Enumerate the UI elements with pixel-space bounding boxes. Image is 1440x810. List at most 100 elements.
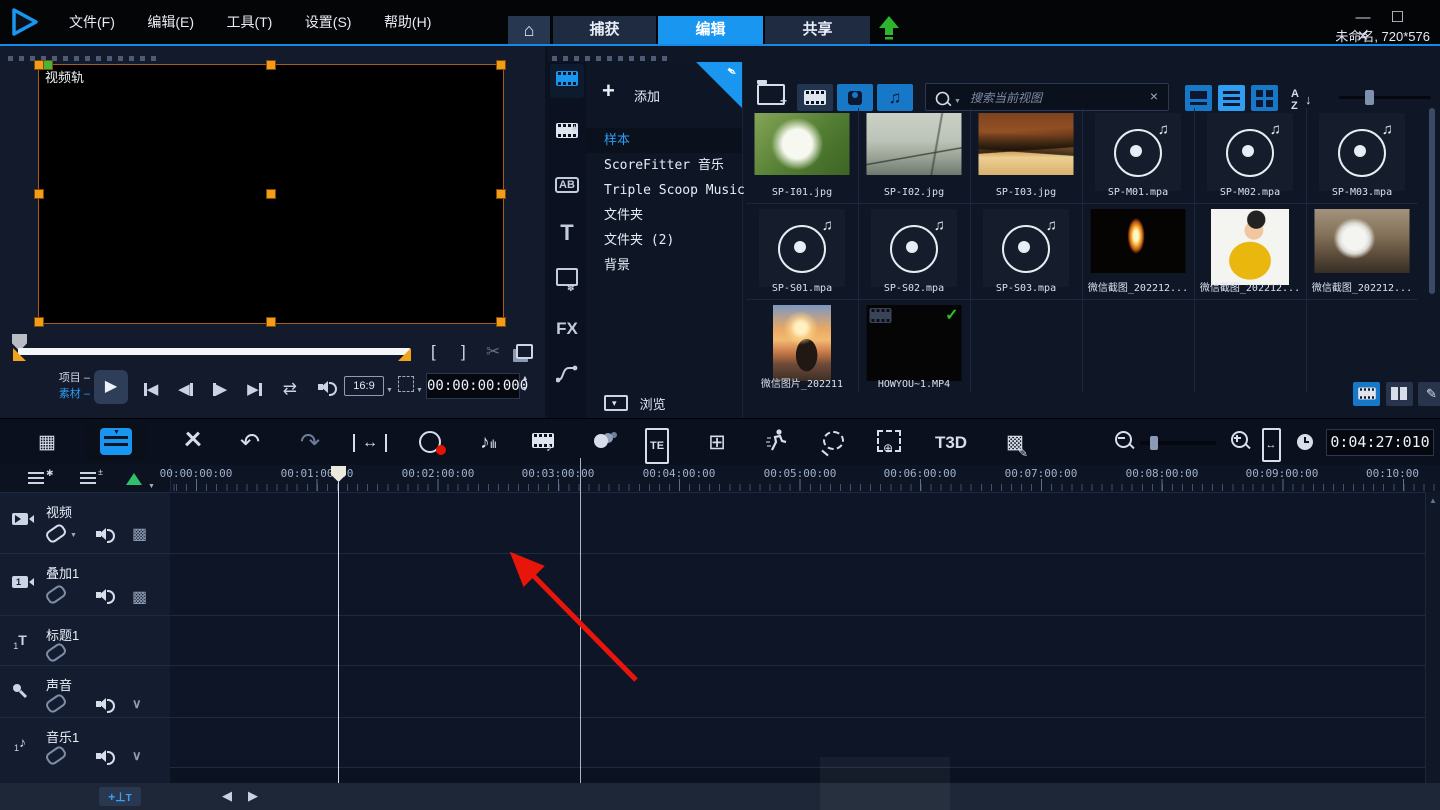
media-item[interactable]: 微信截图_202212...: [1306, 204, 1418, 296]
trim-bar[interactable]: [18, 348, 410, 355]
mute-toggle[interactable]: [96, 527, 112, 544]
timecode-up-icon[interactable]: [522, 375, 529, 382]
sidebar-instant-project-icon[interactable]: ✶: [552, 118, 582, 148]
duration-clock-icon[interactable]: [1288, 428, 1322, 458]
auto-music-button[interactable]: [529, 428, 563, 458]
repeat-button[interactable]: [274, 379, 306, 399]
subtitle-editor-button[interactable]: TE: [640, 428, 674, 458]
panel-drag-handle[interactable]: [552, 56, 672, 61]
timeline-zoom-handle[interactable]: [1150, 436, 1158, 450]
sel-handle-ml[interactable]: [34, 189, 44, 199]
track-header-voice[interactable]: 声音: [0, 665, 170, 717]
mask-lasso-button[interactable]: [816, 428, 850, 458]
mode-project-label[interactable]: 项目 –: [50, 371, 90, 386]
sel-handle-tr[interactable]: [496, 60, 506, 70]
media-item[interactable]: SP-M01.mpa: [1082, 108, 1194, 200]
sel-handle-br[interactable]: [496, 317, 506, 327]
fit-timeline-window-button[interactable]: ↔: [1254, 428, 1288, 458]
upload-icon[interactable]: [878, 16, 900, 42]
tracks-scroll-up-icon[interactable]: [1429, 496, 1437, 505]
add-label[interactable]: 添加: [634, 86, 660, 105]
media-item[interactable]: 微信截图_202212...: [1082, 204, 1194, 296]
media-item[interactable]: SP-I03.jpg: [970, 108, 1082, 200]
track-header-music[interactable]: 1 音乐1: [0, 717, 170, 783]
trim-start-handle[interactable]: [13, 348, 26, 361]
category-folder-2[interactable]: 文件夹 (2): [586, 228, 742, 253]
category-folder[interactable]: 文件夹: [586, 203, 742, 228]
media-item[interactable]: HOWYOU~1.MP4: [858, 300, 970, 392]
menu-help[interactable]: 帮助(H): [370, 0, 445, 44]
track-row-voice[interactable]: [170, 665, 1425, 717]
track-header-title[interactable]: 1T 标题1: [0, 615, 170, 665]
sound-mixer-button[interactable]: ılı: [471, 428, 505, 458]
scroll-right-button[interactable]: [248, 788, 258, 804]
add-icon[interactable]: +: [602, 78, 615, 104]
link-toggle[interactable]: [46, 646, 66, 662]
sidebar-title-icon[interactable]: T: [552, 218, 582, 248]
menu-settings[interactable]: 设置(S): [291, 0, 366, 44]
maximize-button[interactable]: ☐: [1382, 8, 1412, 26]
storyboard-view-button[interactable]: [30, 428, 64, 458]
undo-button[interactable]: [233, 428, 267, 458]
sidebar-transition-icon[interactable]: AB: [552, 168, 582, 198]
media-item[interactable]: SP-S01.mpa: [746, 204, 858, 296]
sidebar-media-icon[interactable]: [552, 66, 582, 96]
media-item[interactable]: 微信截图_202212...: [1194, 204, 1306, 296]
split-screen-button[interactable]: [700, 428, 734, 458]
dual-view-button[interactable]: [1386, 382, 1413, 406]
media-item[interactable]: SP-S03.mpa: [970, 204, 1082, 296]
mute-toggle[interactable]: [96, 697, 112, 714]
link-toggle[interactable]: [46, 588, 66, 604]
media-item[interactable]: SP-I01.jpg: [746, 108, 858, 200]
tab-capture[interactable]: 捕获: [553, 16, 656, 44]
sidebar-motion-path-icon[interactable]: [552, 364, 582, 394]
filter-photo-button[interactable]: [837, 84, 873, 111]
speed-lens-button[interactable]: [584, 428, 618, 458]
swap-track-button[interactable]: +⊥T: [99, 787, 141, 806]
go-end-button[interactable]: [239, 380, 269, 398]
link-toggle[interactable]: [46, 527, 77, 543]
timeline-view-button[interactable]: ▼: [86, 423, 146, 461]
search-clear-icon[interactable]: [1150, 88, 1158, 104]
waveform-toggle[interactable]: [132, 748, 142, 764]
sidebar-fx-icon[interactable]: FX: [552, 314, 582, 344]
sidebar-overlay-icon[interactable]: ✽: [552, 266, 582, 296]
ripple-edit-icon[interactable]: [126, 473, 142, 485]
fit-project-button[interactable]: ↔: [353, 434, 387, 452]
minimize-button[interactable]: —: [1348, 9, 1378, 26]
select-mode-icon[interactable]: [398, 376, 414, 392]
link-toggle[interactable]: [46, 697, 66, 713]
volume-button[interactable]: [310, 380, 342, 398]
category-triple-scoop[interactable]: Triple Scoop Music: [586, 178, 742, 203]
timeline-ruler[interactable]: ✱ ± 00:00:00:00 00:01:00:00 00:02:00:00 …: [0, 465, 1440, 493]
sel-handle-c[interactable]: [266, 189, 276, 199]
menu-edit[interactable]: 编辑(E): [133, 0, 208, 44]
playhead-line[interactable]: [338, 482, 339, 783]
tab-edit[interactable]: 编辑: [658, 16, 763, 44]
sel-handle-bm[interactable]: [266, 317, 276, 327]
home-tab[interactable]: [508, 16, 550, 44]
thumb-size-slider-handle[interactable]: [1365, 90, 1374, 105]
add-remove-track-icon[interactable]: [80, 472, 96, 484]
preview-timecode[interactable]: 00:00:00:000: [426, 373, 520, 399]
motion-tracking-button[interactable]: [760, 428, 794, 458]
play-button[interactable]: [94, 370, 128, 404]
panel-drag-handle[interactable]: [8, 56, 158, 61]
tab-share[interactable]: 共享: [765, 16, 870, 44]
track-row-title[interactable]: [170, 615, 1425, 665]
mark-out-button[interactable]: ]: [461, 342, 466, 362]
mask-creator-button[interactable]: ✎: [998, 428, 1032, 458]
library-scrollbar[interactable]: [1429, 108, 1435, 294]
sel-handle-tm[interactable]: [266, 60, 276, 70]
media-item[interactable]: SP-M03.mpa: [1306, 108, 1418, 200]
aspect-caret-icon[interactable]: [386, 382, 393, 400]
tools-button[interactable]: [176, 428, 210, 458]
project-duration-timecode[interactable]: 0:04:27:010: [1326, 429, 1434, 456]
mark-in-button[interactable]: [: [431, 342, 436, 362]
split-clip-icon[interactable]: [486, 342, 500, 362]
media-item[interactable]: 微信图片_202211: [746, 300, 858, 392]
show-library-button[interactable]: [1353, 382, 1380, 406]
redo-button[interactable]: [293, 428, 327, 458]
category-scorefitter[interactable]: ScoreFitter 音乐: [586, 153, 742, 178]
trim-end-handle[interactable]: [398, 348, 411, 361]
